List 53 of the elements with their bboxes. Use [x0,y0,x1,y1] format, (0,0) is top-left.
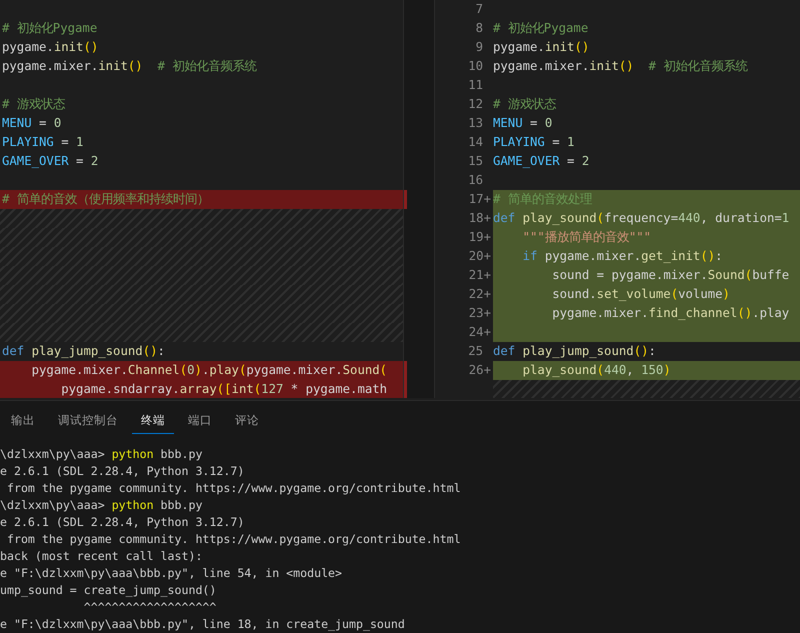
line-number: 12 [468,97,484,111]
line-number: 13 [468,116,484,130]
panel-tab[interactable]: 输出 [2,412,44,434]
code-line: PLAYING = 1 [1,134,84,151]
terminal-line: back (most recent call last): [0,548,204,565]
terminal-line: ump_sound = create_jump_sound() [0,582,218,599]
code-line: # 初始化Pygame [493,20,590,37]
code-line: pygame.init() [1,39,100,56]
terminal-line: from the pygame community. https://www.pygame.org/contribute.html [6,480,462,497]
line-number: 11 [468,78,484,92]
code-line: pygame.mixer.init() # 初始化音频系统 [493,58,749,75]
code-line: GAME_OVER = 2 [1,153,100,170]
terminal-line: e "F:\dzlxxm\py\aaa\bbb.py", line 54, in <module> [0,565,344,582]
line-number: 17+ [468,192,491,206]
line-number: 9 [476,40,484,54]
line-number: 19+ [468,230,491,244]
line-number: 20+ [468,249,491,263]
code-line: # 游戏状态 [1,96,66,113]
line-number: 24+ [468,325,491,339]
code-line: # 游戏状态 [493,96,557,113]
panel-tab[interactable]: 端口 [179,412,221,434]
panel-tab[interactable]: 评论 [226,412,268,434]
code-line: MENU = 0 [493,115,554,132]
line-number: 25 [468,344,484,358]
line-number: 21+ [468,268,491,282]
terminal-line: \dzlxxm\py\aaa> python bbb.py [0,497,204,514]
line-number: 7 [476,2,484,16]
panel-tab[interactable]: 终端 [132,412,174,434]
terminal-line: \dzlxxm\py\aaa> python bbb.py [0,446,204,463]
terminal-line: from the pygame community. https://www.pygame.org/contribute.html [6,531,462,548]
line-number: 26+ [468,363,491,377]
code-line: PLAYING = 1 [493,134,576,151]
code-line: GAME_OVER = 2 [493,153,590,170]
terminal-line: e "F:\dzlxxm\py\aaa\bbb.py", line 18, in create_jump_sound [0,616,406,633]
line-number: 22+ [468,287,491,301]
code-line: pygame.mixer.init() # 初始化音频系统 [1,58,258,75]
terminal-line: ^^^^^^^^^^^^^^^^^^^ [82,599,218,616]
line-number: 23+ [468,306,491,320]
line-number: 15 [468,154,484,168]
line-number: 14 [468,135,484,149]
code-line: def play_jump_sound(): [493,343,657,360]
code-line: # 初始化Pygame [1,20,98,37]
terminal-line: e 2.6.1 (SDL 2.28.4, Python 3.12.7) [0,463,246,480]
terminal-line: e 2.6.1 (SDL 2.28.4, Python 3.12.7) [0,514,246,531]
panel-tab[interactable]: 调试控制台 [49,412,127,434]
line-number: 10 [468,59,484,73]
code-line: pygame.init() [493,39,590,56]
line-number: 18+ [468,211,491,225]
code-line: MENU = 0 [1,115,62,132]
change-marker [404,190,407,209]
line-number: 16 [468,173,484,187]
line-number: 8 [476,21,484,35]
code-line: def play_jump_sound(): [1,343,166,360]
